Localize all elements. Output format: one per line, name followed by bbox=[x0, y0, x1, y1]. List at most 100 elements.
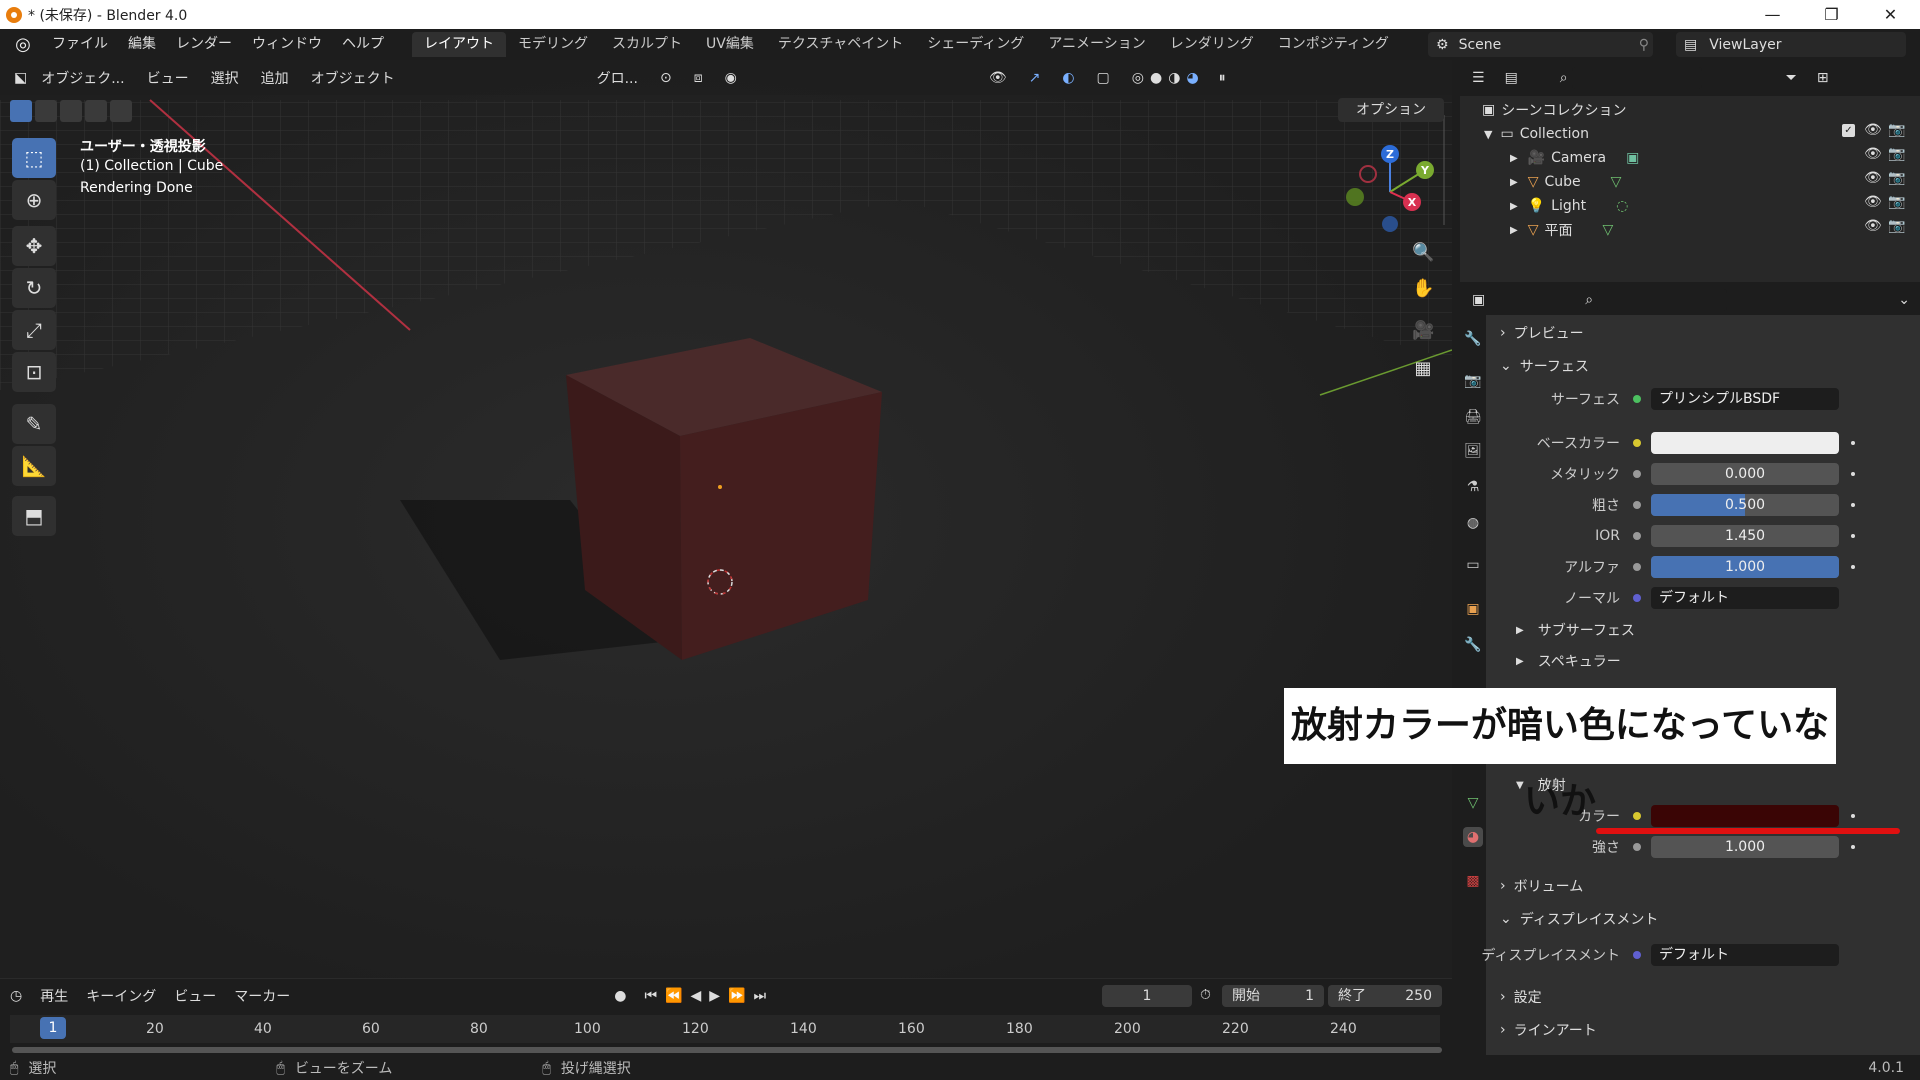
minimize-button[interactable]: — bbox=[1743, 0, 1802, 29]
expand-arrow-icon[interactable]: ▶ bbox=[1510, 177, 1518, 188]
scene-collection-row[interactable]: ▣ シーンコレクション bbox=[1482, 98, 1627, 122]
select-new-icon[interactable] bbox=[10, 100, 32, 122]
mesh-data-icon[interactable]: ▽ bbox=[1611, 174, 1622, 190]
zoom-icon[interactable]: 🔍 bbox=[1412, 242, 1434, 264]
tab-texture-paint[interactable]: テクスチャペイント bbox=[766, 32, 915, 57]
view-menu[interactable]: ビュー bbox=[147, 68, 189, 88]
keyframe-dot-icon[interactable] bbox=[1851, 503, 1855, 507]
modifier-tab-icon[interactable]: 🔧 bbox=[1463, 635, 1483, 655]
alpha-slider[interactable]: 1.000 bbox=[1651, 556, 1839, 578]
pivot-icon[interactable]: ⊙ bbox=[660, 70, 672, 86]
gizmo-toggle-icon[interactable]: ↗ bbox=[1029, 70, 1041, 86]
play-icon[interactable]: ▶ bbox=[709, 988, 720, 1004]
eye-icon[interactable]: 👁 bbox=[1864, 218, 1882, 234]
emission-color-swatch[interactable] bbox=[1651, 805, 1839, 827]
section-preview[interactable]: › プレビュー bbox=[1500, 318, 1910, 348]
start-frame-field[interactable]: 開始 1 bbox=[1222, 985, 1324, 1007]
object-tab-icon[interactable]: ▣ bbox=[1463, 599, 1483, 619]
rotate-tool[interactable]: ↻ bbox=[12, 268, 56, 308]
section-volume[interactable]: › ボリューム bbox=[1500, 871, 1910, 901]
outliner-editor-icon[interactable]: ☰ bbox=[1472, 70, 1485, 86]
move-tool[interactable]: ✥ bbox=[12, 226, 56, 266]
menu-help[interactable]: ヘルプ bbox=[332, 29, 394, 60]
surface-shader-field[interactable]: プリンシプルBSDF bbox=[1651, 388, 1839, 410]
mesh-data-icon[interactable]: ▽ bbox=[1602, 222, 1613, 238]
tab-uv-editing[interactable]: UV編集 bbox=[694, 32, 766, 57]
annotate-tool[interactable]: ✎ bbox=[12, 404, 56, 444]
select-menu[interactable]: 選択 bbox=[211, 68, 239, 88]
next-keyframe-icon[interactable]: ⏩ bbox=[728, 988, 745, 1004]
editor-type-icon[interactable]: ⬕ bbox=[14, 70, 27, 86]
menu-edit[interactable]: 編集 bbox=[118, 29, 166, 60]
timeline-scrollbar[interactable] bbox=[12, 1047, 1442, 1053]
proportional-icon[interactable]: ◉ bbox=[725, 70, 737, 86]
tool-tab-icon[interactable]: 🔧 bbox=[1463, 329, 1483, 349]
ior-field[interactable]: 1.450 bbox=[1651, 525, 1839, 547]
playback-menu[interactable]: 再生 bbox=[40, 986, 68, 1006]
filter-icon[interactable]: ⏷ bbox=[1786, 70, 1797, 86]
displacement-field[interactable]: デフォルト bbox=[1651, 944, 1839, 966]
outliner-item-cube[interactable]: ▶ ▽ Cube ▽ bbox=[1510, 170, 1621, 194]
record-icon[interactable]: ● bbox=[614, 988, 626, 1004]
collection-tab-icon[interactable]: ▭ bbox=[1463, 555, 1483, 575]
display-mode-icon[interactable]: ▤ bbox=[1505, 70, 1518, 86]
menu-file[interactable]: ファイル bbox=[42, 29, 118, 60]
keyframe-dot-icon[interactable] bbox=[1851, 565, 1855, 569]
tab-animation[interactable]: アニメーション bbox=[1036, 32, 1157, 57]
strength-field[interactable]: 1.000 bbox=[1651, 836, 1839, 858]
collection-checkbox[interactable]: ✓ bbox=[1842, 124, 1855, 137]
keyframe-dot-icon[interactable] bbox=[1851, 814, 1855, 818]
viewlayer-selector[interactable]: ▤ ViewLayer bbox=[1676, 32, 1906, 57]
outliner-item-camera[interactable]: ▶ 🎥 Camera ▣ bbox=[1510, 146, 1639, 170]
marker-menu[interactable]: マーカー bbox=[234, 986, 290, 1006]
select-intersect-icon[interactable] bbox=[110, 100, 132, 122]
play-reverse-icon[interactable]: ◀ bbox=[690, 988, 701, 1004]
section-displacement[interactable]: ⌄ ディスプレイスメント bbox=[1500, 904, 1910, 934]
3d-viewport[interactable]: ⬕ オブジェク... ビュー 選択 追加 オブジェクト グロ... ⊙ ⧈ ◉ … bbox=[0, 60, 1452, 978]
world-tab-icon[interactable]: ◍ bbox=[1463, 513, 1483, 533]
cursor-tool[interactable]: ⊕ bbox=[12, 180, 56, 220]
rendered-shading-icon[interactable]: ◕ bbox=[1186, 70, 1198, 86]
scene-tab-icon[interactable]: ⚗ bbox=[1463, 477, 1483, 497]
section-specular[interactable]: ▶ スペキュラー bbox=[1516, 646, 1920, 676]
eye-icon[interactable]: 👁 bbox=[1864, 146, 1882, 162]
visibility-icon[interactable]: 👁 bbox=[989, 70, 1007, 86]
jump-end-icon[interactable]: ⏭ bbox=[753, 988, 766, 1004]
texture-tab-icon[interactable]: ▩ bbox=[1463, 871, 1483, 891]
scale-tool[interactable]: ⤢ bbox=[12, 310, 56, 350]
section-surface[interactable]: ⌄ サーフェス bbox=[1500, 351, 1910, 381]
jump-start-icon[interactable]: ⏮ bbox=[644, 988, 657, 1004]
clock-icon[interactable]: ⏱ bbox=[1200, 987, 1211, 1003]
tab-shading[interactable]: シェーディング bbox=[915, 32, 1036, 57]
material-shading-icon[interactable]: ◑ bbox=[1168, 70, 1180, 86]
expand-arrow-icon[interactable]: ▶ bbox=[1510, 153, 1518, 164]
normal-field[interactable]: デフォルト bbox=[1651, 587, 1839, 609]
metallic-field[interactable]: 0.000 bbox=[1651, 463, 1839, 485]
camera-restrict-icon[interactable]: 📷 bbox=[1888, 218, 1905, 234]
tab-sculpting[interactable]: スカルプト bbox=[600, 32, 694, 57]
new-collection-icon[interactable]: ⊞ bbox=[1817, 70, 1829, 86]
expand-arrow-icon[interactable]: ▼ bbox=[1484, 128, 1492, 141]
scene-selector[interactable]: ⚙ Scene ⚲ bbox=[1428, 32, 1653, 57]
keyframe-dot-icon[interactable] bbox=[1851, 472, 1855, 476]
keying-menu[interactable]: キーイング bbox=[86, 986, 156, 1006]
render-tab-icon[interactable]: 📷 bbox=[1463, 371, 1483, 391]
tab-rendering[interactable]: レンダリング bbox=[1158, 32, 1266, 57]
frame-ruler[interactable]: 1 20 40 60 80 100 120 140 160 180 200 22… bbox=[10, 1015, 1440, 1043]
menu-render[interactable]: レンダー bbox=[166, 29, 242, 60]
select-extend-icon[interactable] bbox=[35, 100, 57, 122]
tab-compositing[interactable]: コンポジティング bbox=[1266, 32, 1401, 57]
chevron-down-icon[interactable]: ⌄ bbox=[1898, 292, 1910, 308]
keyframe-dot-icon[interactable] bbox=[1851, 845, 1855, 849]
eye-icon[interactable]: 👁 bbox=[1864, 170, 1882, 186]
xray-icon[interactable]: ▢ bbox=[1097, 70, 1110, 86]
camera-restrict-icon[interactable]: 📷 bbox=[1888, 170, 1905, 186]
light-data-icon[interactable]: ◌ bbox=[1616, 198, 1628, 214]
collection-row[interactable]: ▼ ▭ Collection bbox=[1484, 122, 1589, 146]
camera-restrict-icon[interactable]: 📷 bbox=[1888, 194, 1905, 210]
pan-hand-icon[interactable]: ✋ bbox=[1412, 278, 1434, 300]
snap-icon[interactable]: ⧈ bbox=[694, 70, 703, 86]
camera-data-icon[interactable]: ▣ bbox=[1626, 150, 1639, 166]
select-subtract-icon[interactable] bbox=[60, 100, 82, 122]
view-layer-tab-icon[interactable]: 🖼 bbox=[1463, 441, 1483, 461]
